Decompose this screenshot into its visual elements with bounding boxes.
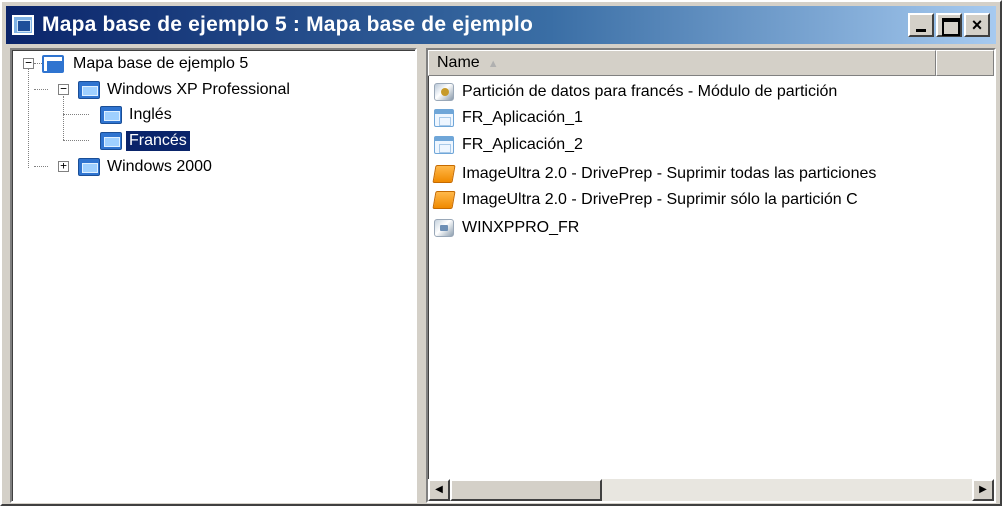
horizontal-scrollbar[interactable]: ◀ ▶ [428,479,994,501]
scroll-right-button[interactable]: ▶ [972,479,994,501]
scroll-thumb[interactable] [450,479,602,501]
window-map-icon [12,15,34,35]
window-title: Mapa base de ejemplo 5 : Mapa base de ej… [42,13,533,36]
list-item-label: WINXPPRO_FR [462,219,580,236]
language-node-icon [100,132,122,150]
window-controls: × [906,13,990,37]
sort-ascending-icon: ▲ [487,58,499,70]
minimize-button[interactable] [908,13,934,37]
application-icon [434,109,454,127]
tree-item-label-selected: Francés [126,131,190,151]
close-button[interactable]: × [964,13,990,37]
list-item-label: ImageUltra 2.0 - DrivePrep - Suprimir to… [462,165,877,182]
main-window: Mapa base de ejemplo 5 : Mapa base de ej… [0,0,1002,506]
tree-connector [63,96,64,140]
collapse-toggle[interactable]: − [23,57,34,69]
tree-item-label: Mapa base de ejemplo 5 [73,55,249,72]
tree-connector [63,140,89,141]
list-item-label: FR_Aplicación_1 [462,109,583,126]
os-image-icon [434,219,454,237]
maximize-button[interactable] [936,13,962,37]
tree-connector [34,166,48,167]
tree-item-label: Windows XP Professional [107,81,290,98]
tree-item-label: Windows 2000 [107,158,212,175]
driveprep-icon [432,191,456,209]
column-header-name[interactable]: Name ▲ [428,50,936,76]
driveprep-icon [432,165,456,183]
tree-item-label: Inglés [129,106,172,123]
column-header-label: Name [437,54,480,71]
application-icon [434,136,454,154]
scroll-left-button[interactable]: ◀ [428,479,450,501]
os-node-icon [78,81,100,99]
list-item-label: Partición de datos para francés - Módulo… [462,83,838,100]
list-pane[interactable]: Name ▲ Partición de datos para francés - … [426,48,996,503]
tree-connector [28,68,29,168]
list-item-label: ImageUltra 2.0 - DrivePrep - Suprimir só… [462,191,858,208]
language-node-icon [100,106,122,124]
base-map-icon [42,55,64,73]
list-item-label: FR_Aplicación_2 [462,136,583,153]
tree-pane[interactable]: − Mapa base de ejemplo 5 − Windows XP Pr… [10,48,417,503]
partition-module-icon [434,83,454,101]
title-bar[interactable]: Mapa base de ejemplo 5 : Mapa base de ej… [6,6,996,44]
expand-toggle[interactable]: + [58,160,69,172]
column-header-bar: Name ▲ [428,50,994,76]
tree-connector [34,89,48,90]
os-node-icon [78,158,100,176]
column-header-empty[interactable] [936,50,994,76]
tree-connector [63,114,89,115]
collapse-toggle[interactable]: − [58,83,69,95]
